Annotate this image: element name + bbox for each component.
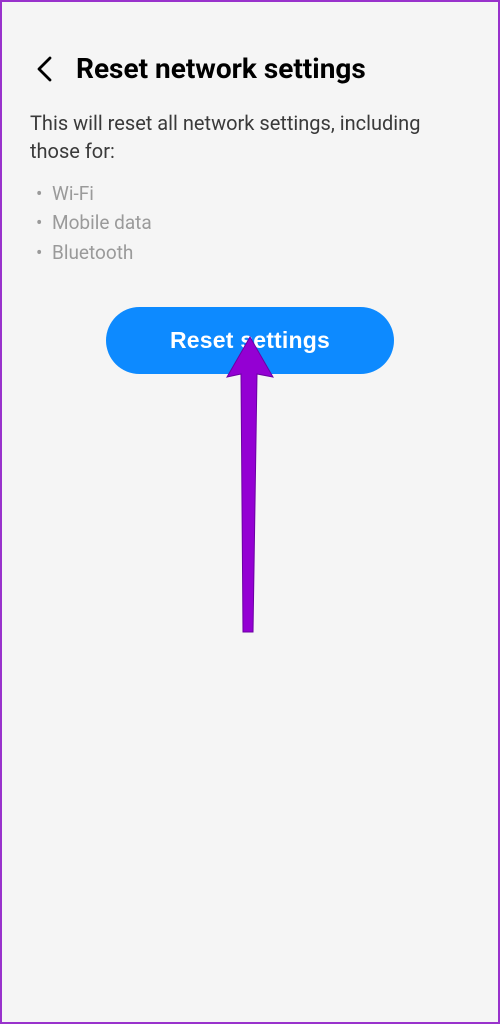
back-icon[interactable] [32, 56, 58, 82]
page-title: Reset network settings [76, 52, 366, 85]
header: Reset network settings [2, 2, 498, 109]
button-container: Reset settings [30, 307, 470, 374]
list-item: Bluetooth [52, 238, 470, 267]
bullet-list: Wi-Fi Mobile data Bluetooth [30, 179, 470, 267]
annotation-arrow-icon [215, 332, 285, 656]
content-area: This will reset all network settings, in… [2, 109, 498, 374]
description-text: This will reset all network settings, in… [30, 109, 470, 165]
list-item: Wi-Fi [52, 179, 470, 208]
list-item: Mobile data [52, 208, 470, 237]
reset-settings-button[interactable]: Reset settings [106, 307, 394, 374]
